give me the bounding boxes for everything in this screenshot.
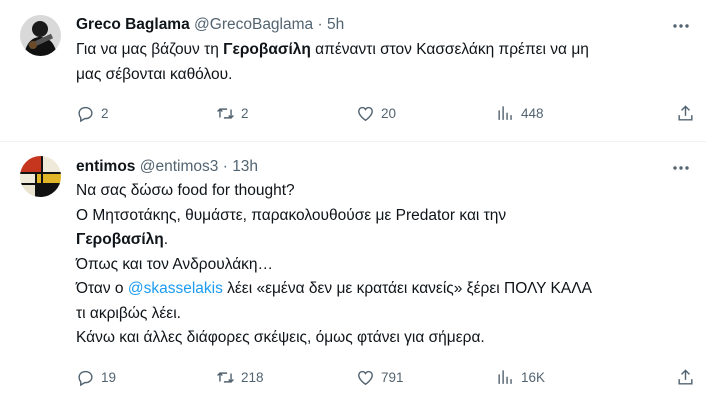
text-segment: απέναντι στον Κασσελάκη πρέπει να μη	[310, 41, 589, 58]
tweet-header: Greco Baglama @GrecoBaglama · 5h	[76, 15, 344, 35]
views-icon	[498, 370, 512, 384]
text-line: μας σέβονται καθόλου.	[76, 65, 233, 83]
share-button[interactable]	[676, 104, 695, 123]
more-icon[interactable]	[670, 158, 692, 178]
timestamp[interactable]: 5h	[327, 16, 344, 33]
share-icon	[678, 369, 693, 385]
like-icon	[358, 106, 373, 122]
tweet[interactable]: Greco Baglama @GrecoBaglama · 5h Για να …	[0, 0, 706, 142]
text-segment: Όταν ο	[76, 280, 128, 297]
view-count: 16K	[521, 370, 546, 385]
reply-count: 2	[101, 106, 109, 121]
reply-button[interactable]: 2	[76, 104, 109, 123]
like-button[interactable]: 20	[356, 104, 396, 123]
share-button[interactable]	[676, 368, 695, 387]
text-line: Ο Μητσοτάκης, θυμάστε, παρακολουθούσε με…	[76, 206, 507, 224]
action-bar: 2 2 20 448	[76, 104, 696, 126]
reply-icon	[78, 106, 93, 123]
mention-link[interactable]: @skasselakis	[128, 280, 223, 297]
action-bar: 19 218 791 16K	[76, 368, 696, 390]
reply-button[interactable]: 19	[76, 368, 116, 387]
view-count: 448	[521, 106, 544, 121]
retweet-count: 218	[241, 370, 264, 385]
bold-text: Γεροβασίλη	[223, 41, 311, 58]
reply-icon	[78, 370, 93, 387]
text-line: Να σας δώσω food for thought?	[76, 182, 295, 199]
views-button[interactable]: 16K	[496, 368, 545, 387]
text-line: Όταν ο @skasselakis λέει «εμένα δεν με κ…	[76, 277, 686, 302]
like-count: 791	[381, 370, 404, 385]
tweet-text: Για να μας βάζουν τη Γεροβασίλη απέναντι…	[76, 38, 676, 87]
text-segment: λέει «εμένα δεν με κρατάει κανείς» ξέρει…	[222, 280, 592, 297]
text-segment: .	[163, 231, 169, 248]
text-line: Για να μας βάζουν τη Γεροβασίλη απέναντι…	[76, 38, 676, 63]
views-button[interactable]: 448	[496, 104, 544, 123]
retweet-button[interactable]: 2	[216, 104, 249, 123]
views-icon	[498, 106, 512, 120]
reply-count: 19	[101, 370, 117, 385]
author-name[interactable]: entimos	[76, 158, 135, 175]
tweet[interactable]: entimos @entimos3 · 13h Να σας δώσω food…	[0, 142, 706, 400]
text-line: Όπως και τον Ανδρουλάκη…	[76, 255, 274, 273]
separator-dot: ·	[222, 158, 228, 175]
bold-text: Γεροβασίλη	[76, 231, 164, 248]
timestamp[interactable]: 13h	[232, 158, 258, 175]
author-name[interactable]: Greco Baglama	[76, 16, 190, 33]
tweet-header: entimos @entimos3 · 13h	[76, 157, 258, 177]
retweet-icon	[217, 108, 234, 119]
retweet-icon	[217, 372, 234, 383]
separator-dot: ·	[317, 16, 323, 33]
text-segment: Για να μας βάζουν τη	[76, 41, 224, 58]
text-line: Κάνω και άλλες διάφορες σκέψεις, όμως φτ…	[76, 329, 485, 346]
avatar[interactable]	[20, 15, 61, 56]
author-handle[interactable]: @entimos3	[140, 158, 219, 175]
retweet-count: 2	[241, 106, 249, 121]
text-line: Γεροβασίλη.	[76, 228, 686, 253]
retweet-button[interactable]: 218	[216, 368, 264, 387]
share-icon	[678, 105, 693, 121]
like-button[interactable]: 791	[356, 368, 404, 387]
avatar[interactable]	[20, 156, 61, 197]
like-icon	[358, 370, 373, 386]
tweet-text: Να σας δώσω food for thought? Ο Μητσοτάκ…	[76, 179, 686, 351]
like-count: 20	[381, 106, 397, 121]
text-line: τι ακριβώς λέει.	[76, 304, 181, 322]
more-icon[interactable]	[670, 16, 692, 36]
author-handle[interactable]: @GrecoBaglama	[194, 16, 313, 33]
